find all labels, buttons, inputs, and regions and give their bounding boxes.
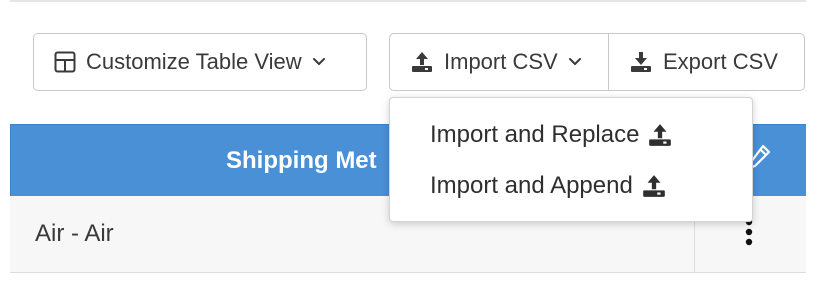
chevron-down-icon <box>568 57 582 67</box>
customize-table-view-button[interactable]: Customize Table View <box>33 33 367 91</box>
export-csv-label: Export CSV <box>663 49 778 74</box>
table-layout-icon <box>54 51 76 73</box>
upload-icon <box>641 173 667 199</box>
export-csv-button[interactable]: Export CSV <box>608 33 805 91</box>
import-csv-button[interactable]: Import CSV <box>389 33 609 91</box>
kebab-menu-icon[interactable] <box>744 218 754 248</box>
customize-table-view-label: Customize Table View <box>86 49 302 74</box>
column-header-shipping-method[interactable]: Shipping Met <box>226 147 377 175</box>
chevron-down-icon <box>312 57 326 67</box>
shipping-method-cell: Air - Air <box>35 220 114 247</box>
download-icon <box>629 50 653 74</box>
import-and-append-label: Import and Append <box>430 172 633 199</box>
import-and-replace-menu-item[interactable]: Import and Replace <box>430 115 673 155</box>
import-csv-dropdown: Import and Replace Import and Append <box>389 97 753 222</box>
import-csv-label: Import CSV <box>444 49 558 74</box>
column-divider <box>10 125 11 197</box>
upload-icon <box>410 50 434 74</box>
top-divider <box>10 0 806 2</box>
import-and-append-menu-item[interactable]: Import and Append <box>430 166 667 206</box>
upload-icon <box>647 122 673 148</box>
import-and-replace-label: Import and Replace <box>430 121 640 148</box>
